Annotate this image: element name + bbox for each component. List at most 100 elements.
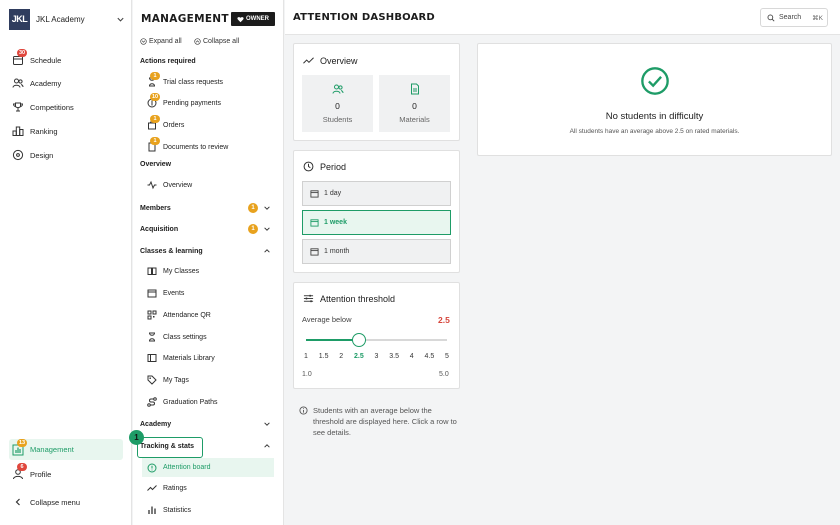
period-option-label: 1 week <box>324 219 347 226</box>
menu-attendance-qr[interactable]: Attendance QR <box>147 309 275 321</box>
book-icon <box>147 266 157 276</box>
stat-label: Students <box>322 115 353 124</box>
menu-orders[interactable]: 1 Orders <box>147 115 275 131</box>
collapse-all-button[interactable]: Collapse all <box>194 38 239 45</box>
stat-value: 0 <box>412 101 417 111</box>
menu-documents-to-review[interactable]: 1 Documents to review <box>147 137 275 153</box>
empty-state-subtitle: All students have an average above 2.5 o… <box>569 128 740 135</box>
slider-tick-label: 4 <box>409 353 414 360</box>
calendar-icon <box>310 219 319 227</box>
library-icon <box>147 353 157 363</box>
qr-code-icon <box>147 310 157 320</box>
slider-tick-label: 1.5 <box>318 353 329 360</box>
nav-ranking[interactable]: Ranking <box>12 123 124 139</box>
calendar-icon: 30 <box>12 49 27 66</box>
section-label: Academy <box>140 420 172 428</box>
search-icon <box>767 14 775 22</box>
period-option-1-week[interactable]: 1 week <box>302 210 451 235</box>
menu-my-classes[interactable]: My Classes <box>147 265 275 277</box>
academy-name: JKL Academy <box>36 14 85 24</box>
expand-icon <box>140 38 147 45</box>
menu-label: Class settings <box>163 333 207 341</box>
nav-schedule[interactable]: 30 Schedule <box>12 49 124 68</box>
menu-badge: 1 <box>150 72 160 80</box>
menu-badge: 1 <box>150 137 160 145</box>
collapse-menu-button[interactable]: Collapse menu <box>12 494 124 510</box>
menu-graduation-paths[interactable]: Graduation Paths <box>147 396 275 408</box>
nav-profile-label: Profile <box>30 469 52 479</box>
threshold-card-title: Attention threshold <box>320 293 396 304</box>
students-panel <box>477 43 832 156</box>
menu-trial-class-requests[interactable]: 1 Trial class requests <box>147 72 275 88</box>
slider-tick-label: 3.5 <box>389 353 399 360</box>
menu-label: My Tags <box>163 376 189 384</box>
management-title: MANAGEMENT <box>141 13 229 25</box>
section-label: Acquisition <box>140 225 179 233</box>
slider-max-label: 5.0 <box>439 371 449 378</box>
search-shortcut: ⌘K <box>812 14 823 22</box>
chevron-down-icon <box>264 206 270 210</box>
menu-ratings[interactable]: Ratings <box>147 482 275 494</box>
overview-card-title: Overview <box>320 55 358 66</box>
period-option-label: 1 day <box>324 190 342 197</box>
section-classes-learning[interactable]: Classes & learning <box>140 247 271 255</box>
slider-tick-label: 1 <box>304 353 308 360</box>
slider-tick-label: 2 <box>339 353 344 360</box>
calendar-icon <box>310 190 319 198</box>
menu-label: Events <box>163 289 185 297</box>
nav-profile[interactable]: 6 Profile <box>12 463 124 482</box>
stat-materials: 0 Materials <box>379 75 450 132</box>
menu-materials-library[interactable]: Materials Library <box>147 352 275 364</box>
section-academy[interactable]: Academy <box>140 420 271 428</box>
expand-all-button[interactable]: Expand all <box>140 38 182 45</box>
menu-events[interactable]: Events <box>147 287 275 299</box>
menu-label: Attention board <box>163 464 211 471</box>
role-label: OWNER <box>246 16 269 22</box>
chevron-down-icon <box>264 227 270 231</box>
nav-competitions[interactable]: Competitions <box>12 99 124 115</box>
slider-thumb[interactable] <box>351 333 366 347</box>
slider-tick-label: 5 <box>445 353 449 360</box>
section-acquisition[interactable]: Acquisition 1 <box>140 224 271 234</box>
chevron-up-icon <box>264 444 270 448</box>
trophy-icon <box>12 101 24 113</box>
menu-attention-board[interactable]: Attention board <box>142 458 274 477</box>
info-icon <box>299 406 308 415</box>
section-actions-required: Actions required <box>140 58 271 65</box>
users-icon <box>332 84 343 94</box>
user-icon: 6 <box>12 463 27 480</box>
expand-all-label: Expand all <box>149 38 182 45</box>
chevron-left-icon <box>12 496 24 508</box>
period-option-1-day[interactable]: 1 day <box>302 181 451 206</box>
menu-label: Documents to review <box>163 143 229 151</box>
menu-overview[interactable]: Overview <box>147 179 275 191</box>
calendar-icon <box>310 248 319 256</box>
nav-schedule-label: Schedule <box>30 55 62 65</box>
page-title: ATTENTION DASHBOARD <box>293 12 435 23</box>
threshold-card: Attention threshold <box>293 282 460 389</box>
nav-management-label: Management <box>30 445 74 454</box>
section-members[interactable]: Members 1 <box>140 203 271 213</box>
trend-icon <box>303 57 314 64</box>
nav-management[interactable]: 13 Management <box>9 438 123 460</box>
menu-statistics[interactable]: Statistics <box>147 504 275 516</box>
top-bar: ATTENTION DASHBOARD Search ⌘K <box>285 0 840 35</box>
stat-students: 0 Students <box>302 75 373 132</box>
menu-label: Statistics <box>163 506 192 514</box>
search-button[interactable]: Search ⌘K <box>760 8 828 27</box>
nav-design-label: Design <box>30 150 54 160</box>
nav-design[interactable]: Design <box>12 147 124 163</box>
academy-switcher[interactable]: JKL JKL Academy <box>9 8 125 30</box>
menu-class-settings[interactable]: Class settings <box>147 331 275 343</box>
period-option-1-month[interactable]: 1 month <box>302 239 451 264</box>
check-circle-icon <box>641 67 669 95</box>
schedule-badge: 30 <box>17 49 27 57</box>
brand-logo: JKL <box>9 8 30 30</box>
trend-icon <box>147 483 157 493</box>
menu-pending-payments[interactable]: 10 Pending payments <box>147 93 275 109</box>
menu-label: Materials Library <box>163 354 215 362</box>
menu-my-tags[interactable]: My Tags <box>147 374 275 386</box>
nav-academy[interactable]: Academy <box>12 75 124 91</box>
hourglass-icon <box>147 332 157 342</box>
menu-label: Attendance QR <box>163 311 211 319</box>
